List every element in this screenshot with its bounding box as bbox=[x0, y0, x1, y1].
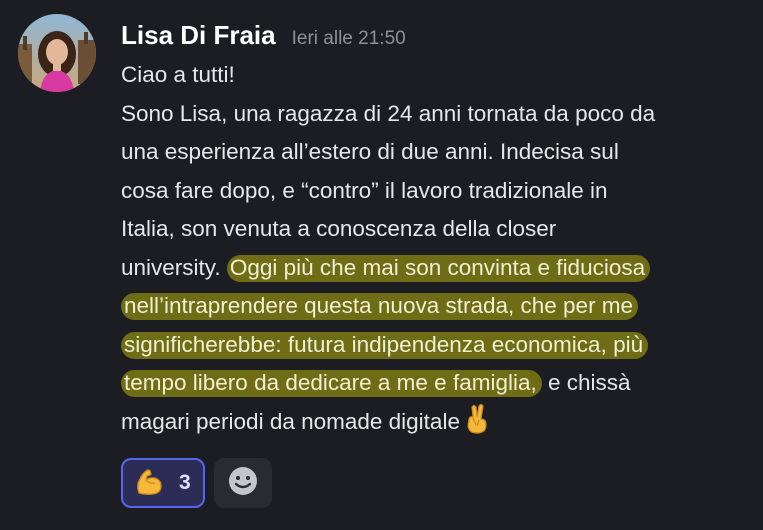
user-avatar[interactable] bbox=[18, 14, 96, 92]
crossed-fingers-icon bbox=[464, 403, 490, 448]
reaction-count: 3 bbox=[179, 471, 191, 494]
message-line: Italia, son venuta a conoscenza della cl… bbox=[121, 216, 557, 241]
avatar-photo-icon bbox=[18, 14, 96, 92]
reactions-bar: 3 bbox=[121, 458, 272, 508]
message-line: cosa fare dopo, e “contro” il lavoro tra… bbox=[121, 177, 608, 203]
message-line: tempo libero da dedicare a me e famiglia… bbox=[121, 364, 746, 403]
chat-message: Lisa Di Fraia Ieri alle 21:50 Ciao a tut… bbox=[0, 0, 763, 530]
message-content: Ciao a tutti! Sono Lisa, una ragazza di … bbox=[121, 56, 746, 441]
message-text: e chissà bbox=[541, 370, 631, 395]
message-line: significherebbe: futura indipendenza eco… bbox=[121, 326, 746, 365]
message-text: magari periodi da nomade digitale bbox=[121, 408, 460, 434]
highlighted-text: tempo libero da dedicare a me e famiglia… bbox=[121, 370, 542, 397]
flexed-biceps-icon bbox=[133, 465, 165, 502]
message-line: nell’intraprendere questa nuova strada, … bbox=[121, 287, 746, 326]
message-header: Lisa Di Fraia Ieri alle 21:50 bbox=[121, 20, 406, 54]
message-line: Sono Lisa, una ragazza di 24 anni tornat… bbox=[121, 100, 656, 126]
message-line: una esperienza all’estero di due anni. I… bbox=[121, 139, 619, 164]
highlighted-text: significherebbe: futura indipendenza eco… bbox=[121, 331, 649, 359]
message-text: university. bbox=[121, 254, 227, 280]
highlighted-text: Oggi più che mai son convinta e fiducios… bbox=[226, 254, 651, 282]
message-line: magari periodi da nomade digitale bbox=[121, 403, 746, 442]
message-timestamp: Ieri alle 21:50 bbox=[291, 28, 406, 49]
author-name[interactable]: Lisa Di Fraia bbox=[121, 20, 276, 51]
message-line: university. Oggi più che mai son convint… bbox=[121, 249, 746, 288]
add-reaction-button[interactable] bbox=[214, 458, 272, 508]
message-line: Ciao a tutti! bbox=[121, 62, 235, 87]
reaction-flexed-biceps[interactable]: 3 bbox=[121, 458, 205, 508]
highlighted-text: nell’intraprendere questa nuova strada, … bbox=[121, 293, 639, 320]
add-reaction-smiley-icon bbox=[226, 464, 260, 503]
